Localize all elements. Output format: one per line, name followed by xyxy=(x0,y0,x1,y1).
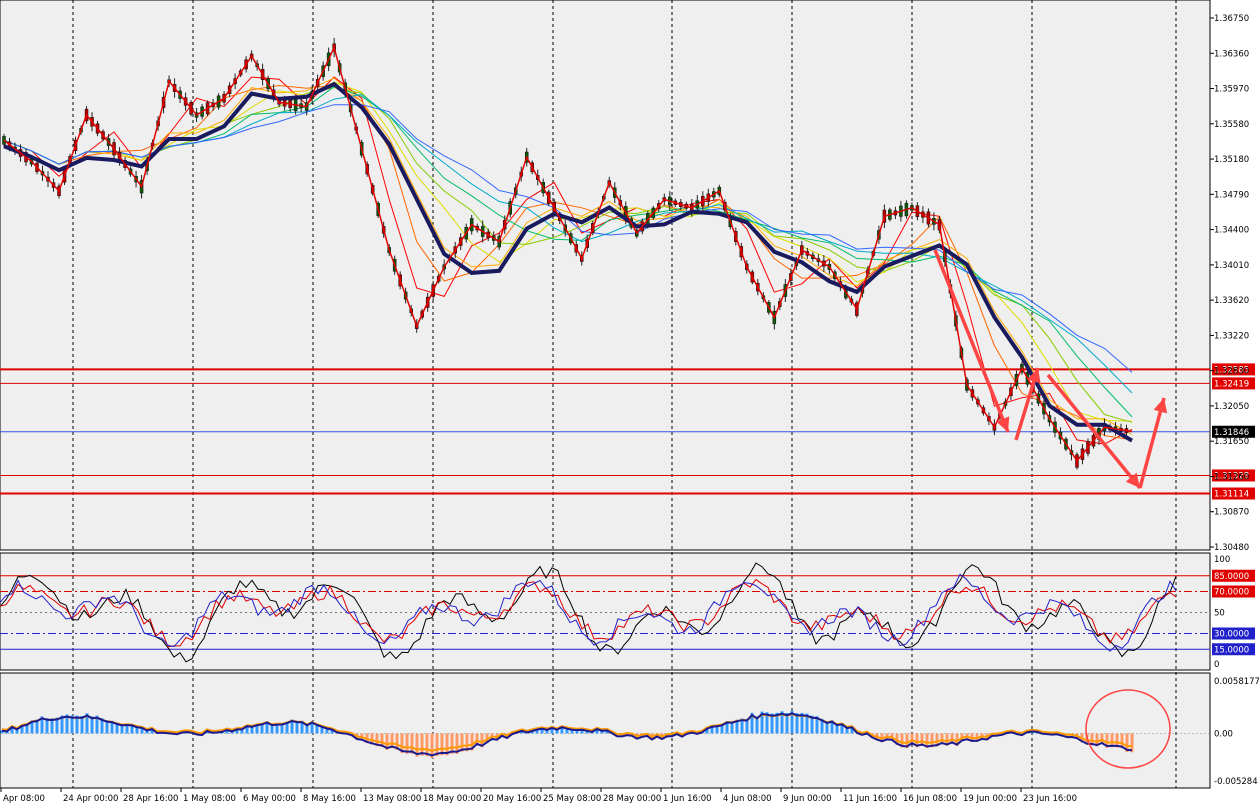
price-tick-label: 1.35580 xyxy=(1214,120,1249,130)
price-tick-label: 1.34400 xyxy=(1214,226,1249,236)
price-tick-label: 1.35970 xyxy=(1214,85,1249,95)
time-tick-label: 13 May 08:00 xyxy=(363,794,421,804)
time-tick-label: 4 Jun 08:00 xyxy=(723,794,772,804)
price-level-label: 1.31114 xyxy=(1214,490,1249,500)
stoch-tick-label: 100 xyxy=(1214,555,1230,565)
time-tick-label: 28 Apr 16:00 xyxy=(123,794,178,804)
stoch-level-label: 15.0000 xyxy=(1214,645,1249,655)
time-tick-label: 19 Jun 00:00 xyxy=(963,794,1017,804)
price-tick-label: 1.30480 xyxy=(1214,543,1249,553)
chart-window: 1.325851.324191.313281.311141.318461.367… xyxy=(0,0,1259,807)
stoch-tick-label: 50 xyxy=(1214,609,1225,619)
time-tick-label: 1 May 08:00 xyxy=(183,794,236,804)
price-tick-label: 1.32050 xyxy=(1214,402,1249,412)
panel-bg-1 xyxy=(0,0,1210,550)
time-tick-label: 28 May 00:00 xyxy=(603,794,661,804)
chart-canvas[interactable]: 1.325851.324191.313281.311141.318461.367… xyxy=(0,0,1259,807)
stoch-level-label: 70.0000 xyxy=(1214,588,1249,598)
time-tick-label: 24 Apr 00:00 xyxy=(63,794,118,804)
time-tick-label: 9 Jun 00:00 xyxy=(783,794,832,804)
panel-bg-2 xyxy=(0,553,1210,670)
price-tick-label: 1.34790 xyxy=(1214,190,1249,200)
time-tick-label: 20 May 16:00 xyxy=(483,794,541,804)
price-tick-label: 1.33620 xyxy=(1214,296,1249,306)
time-tick-label: 1 Jun 16:00 xyxy=(663,794,712,804)
price-tick-label: 1.31650 xyxy=(1214,437,1249,447)
macd-tick-label: -0.005284 xyxy=(1214,777,1258,787)
price-tick-label: 1.30870 xyxy=(1214,508,1249,518)
time-tick-label: 6 May 00:00 xyxy=(243,794,296,804)
price-level-label: 1.32419 xyxy=(1214,379,1249,389)
price-tick-label: 1.32830 xyxy=(1214,367,1249,377)
stoch-tick-label: 0 xyxy=(1214,660,1219,670)
price-tick-label: 1.31260 xyxy=(1214,472,1249,482)
time-tick-label: 11 Jun 16:00 xyxy=(843,794,897,804)
time-tick-label: 23 Jun 16:00 xyxy=(1023,794,1077,804)
stoch-level-label: 30.0000 xyxy=(1214,630,1249,640)
time-tick-label: 8 May 16:00 xyxy=(303,794,356,804)
price-tick-label: 1.36750 xyxy=(1214,14,1249,24)
time-tick-label: 16 Jun 08:00 xyxy=(903,794,957,804)
time-tick-label: 18 May 00:00 xyxy=(423,794,481,804)
time-tick-label: 25 May 08:00 xyxy=(543,794,601,804)
price-tick-label: 1.35180 xyxy=(1214,155,1249,165)
price-tick-label: 1.33220 xyxy=(1214,331,1249,341)
time-tick-label: Apr 08:00 xyxy=(3,794,45,804)
macd-tick-label: 0.00 xyxy=(1214,729,1233,739)
price-tick-label: 1.36360 xyxy=(1214,49,1249,59)
price-tick-label: 1.34010 xyxy=(1214,261,1249,271)
macd-tick-label: 0.0058177 xyxy=(1214,677,1259,687)
stoch-level-label: 85.0000 xyxy=(1214,572,1249,582)
